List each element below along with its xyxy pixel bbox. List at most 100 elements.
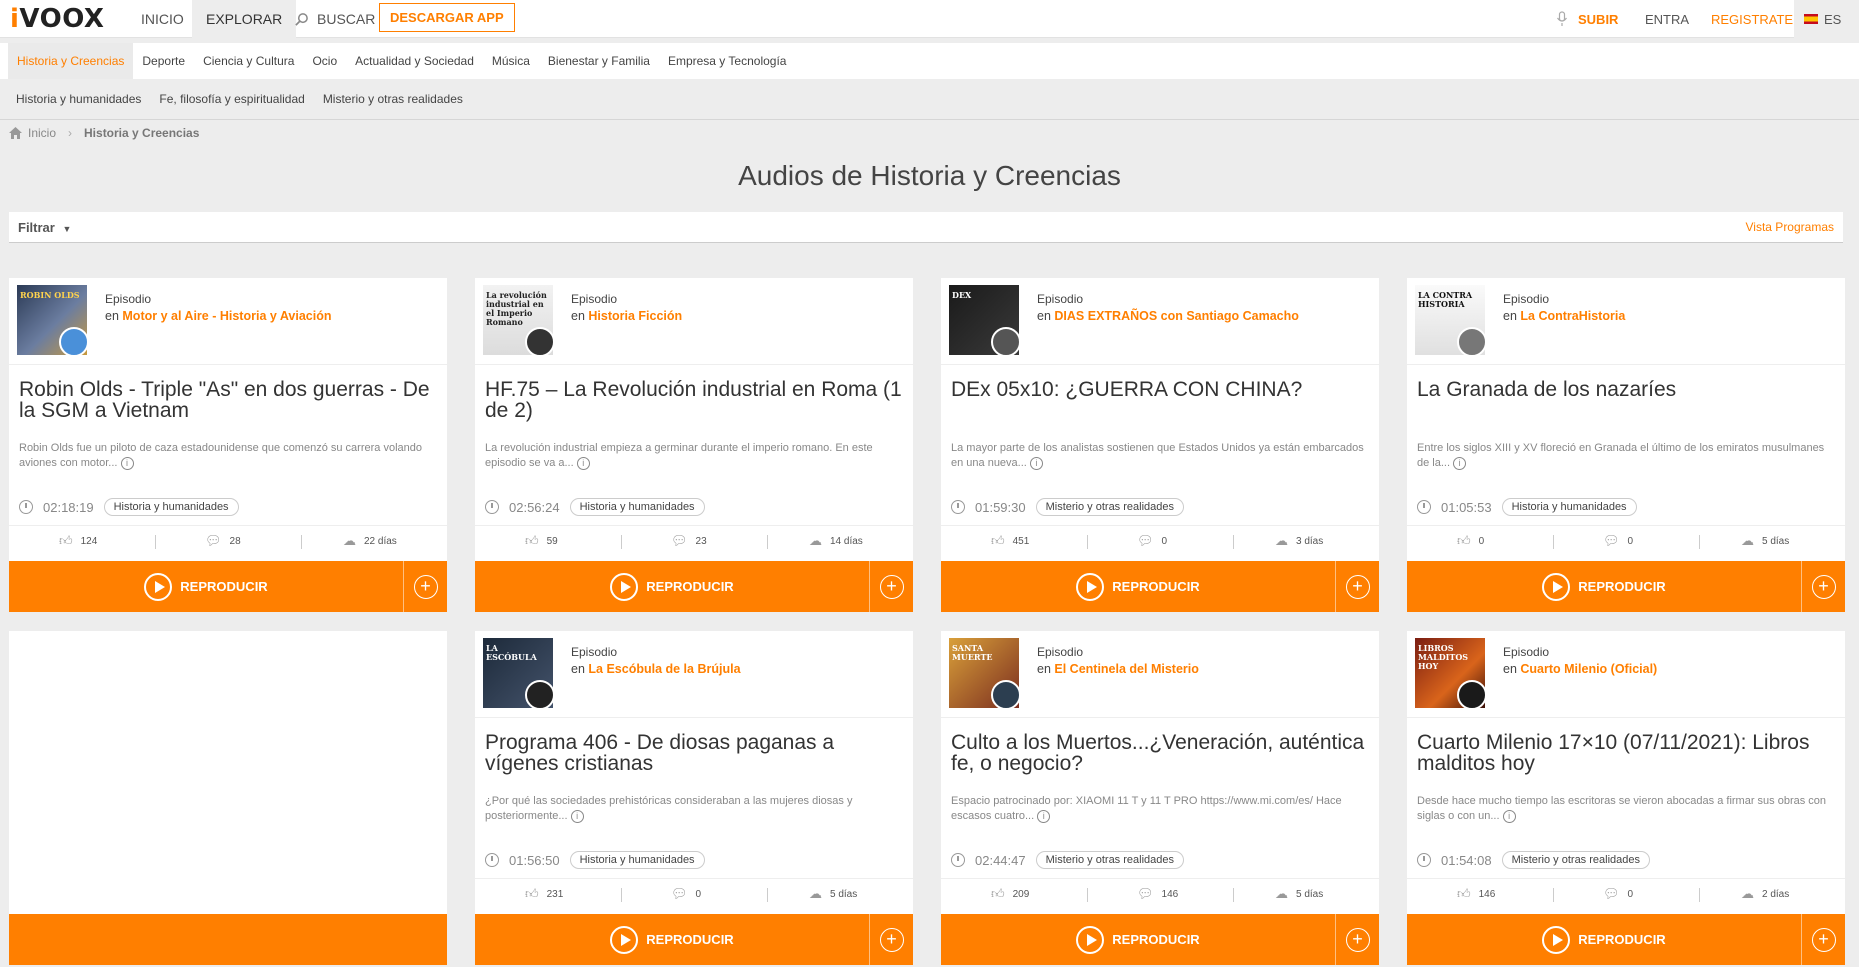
info-icon[interactable]: i (1453, 456, 1467, 470)
stats-divider (621, 535, 622, 549)
episode-tag[interactable]: Historia y humanidades (1501, 498, 1637, 516)
download-app-button[interactable]: DESCARGAR APP (379, 3, 515, 32)
episode-title[interactable]: HF.75 – La Revolución industrial en Roma… (485, 379, 905, 421)
category-ocio[interactable]: Ocio (303, 43, 346, 79)
subcategory-bar: Historia y humanidades Fe, filosofía y e… (0, 79, 1859, 120)
category-ciencia[interactable]: Ciencia y Cultura (194, 43, 303, 79)
category-musica[interactable]: Música (483, 43, 539, 79)
breadcrumb: Inicio › Historia y Creencias (9, 126, 199, 140)
episode-tag[interactable]: Misterio y otras realidades (1035, 851, 1184, 869)
like-button[interactable]: 👍︎ 59 (525, 526, 558, 556)
like-button[interactable]: 👍︎ 124 (59, 526, 97, 556)
subcategory-historia-humanidades[interactable]: Historia y humanidades (7, 92, 150, 106)
episode-thumbnail[interactable]: ROBIN OLDS (17, 285, 87, 355)
info-icon[interactable]: i (576, 456, 590, 470)
like-button[interactable]: 👍︎ 209 (991, 879, 1029, 909)
play-button[interactable]: REPRODUCIR (941, 914, 1335, 965)
category-historia[interactable]: Historia y Creencias (8, 43, 134, 79)
episode-duration: 02:18:19 (43, 499, 94, 515)
info-icon[interactable]: i (120, 456, 134, 470)
episode-title[interactable]: Robin Olds - Triple "As" en dos guerras … (19, 379, 439, 421)
episode-thumbnail[interactable]: SANTA MUERTE (949, 638, 1019, 708)
episode-title[interactable]: Programa 406 - De diosas paganas a vígen… (485, 732, 905, 774)
comments-button[interactable]: 💬︎ 0 (1137, 526, 1167, 556)
register-link[interactable]: REGISTRATE (1711, 0, 1793, 38)
add-to-list-button[interactable]: + (869, 561, 913, 612)
program-link[interactable]: La ContraHistoria (1520, 309, 1625, 323)
episode-tag[interactable]: Misterio y otras realidades (1035, 498, 1184, 516)
add-to-list-button[interactable]: + (1801, 561, 1845, 612)
upload-button[interactable]: SUBIR (1556, 0, 1618, 38)
play-icon (1542, 925, 1571, 954)
upload-date: ☁ 2 días (1741, 886, 1790, 901)
episode-tag[interactable]: Historia y humanidades (569, 851, 705, 869)
add-to-list-button[interactable]: + (1335, 561, 1379, 612)
episode-meta: 01:05:53 Historia y humanidades (1417, 496, 1637, 518)
play-button[interactable]: REPRODUCIR (1407, 561, 1801, 612)
episode-title[interactable]: La Granada de los nazaríes (1417, 379, 1837, 400)
category-empresa[interactable]: Empresa y Tecnología (659, 43, 796, 79)
like-button[interactable]: 👍︎ 146 (1457, 879, 1495, 909)
episode-tag[interactable]: Historia y humanidades (569, 498, 705, 516)
play-button[interactable]: REPRODUCIR (1407, 914, 1801, 965)
play-button[interactable]: REPRODUCIR (475, 561, 869, 612)
info-icon[interactable]: i (1037, 809, 1051, 823)
play-button[interactable]: REPRODUCIR (941, 561, 1335, 612)
language-selector[interactable]: ES (1794, 0, 1859, 38)
cloud-upload-icon: ☁ (1741, 886, 1754, 901)
episode-title[interactable]: Culto a los Muertos...¿Veneración, autén… (951, 732, 1371, 774)
comments-button[interactable]: 💬︎ 28 (205, 526, 241, 556)
episode-title[interactable]: Cuarto Milenio 17×10 (07/11/2021): Libro… (1417, 732, 1837, 774)
filter-dropdown[interactable]: Filtrar ▼ (18, 220, 71, 235)
login-link[interactable]: ENTRA (1645, 0, 1689, 38)
program-link[interactable]: El Centinela del Misterio (1054, 662, 1198, 676)
episode-type-label: Episodio (571, 645, 618, 659)
episode-header: La revolución industrial en el Imperio R… (483, 285, 903, 357)
episode-thumbnail[interactable]: DEX (949, 285, 1019, 355)
add-to-list-button[interactable]: + (1801, 914, 1845, 965)
program-link[interactable]: La Escóbula de la Brújula (588, 662, 740, 676)
comments-button[interactable]: 💬︎ 0 (1603, 526, 1633, 556)
episode-tag[interactable]: Historia y humanidades (103, 498, 239, 516)
episode-card: La revolución industrial en el Imperio R… (475, 278, 913, 612)
episode-type-label: Episodio (105, 292, 152, 306)
episode-thumbnail[interactable]: LA CONTRA HISTORIA (1415, 285, 1485, 355)
comments-button[interactable]: 💬︎ 146 (1137, 879, 1178, 909)
info-icon[interactable]: i (570, 809, 584, 823)
add-to-list-button[interactable]: + (869, 914, 913, 965)
like-button[interactable]: 👍︎ 0 (1457, 526, 1484, 556)
comments-button[interactable]: 💬︎ 23 (671, 526, 707, 556)
like-button[interactable]: 👍︎ 231 (525, 879, 563, 909)
nav-inicio[interactable]: INICIO (127, 0, 198, 38)
program-link[interactable]: Historia Ficción (588, 309, 682, 323)
episode-tag[interactable]: Misterio y otras realidades (1501, 851, 1650, 869)
subcategory-fe-filosofia[interactable]: Fe, filosofía y espiritualidad (150, 92, 313, 106)
breadcrumb-home[interactable]: Inicio (28, 126, 56, 140)
episode-title[interactable]: DEx 05x10: ¿GUERRA CON CHINA? (951, 379, 1371, 400)
vista-programas-link[interactable]: Vista Programas (1746, 220, 1834, 234)
add-to-list-button[interactable]: + (1335, 914, 1379, 965)
info-icon[interactable]: i (1502, 809, 1516, 823)
comments-button[interactable]: 💬︎ 0 (671, 879, 701, 909)
program-link[interactable]: DIAS EXTRAÑOS con Santiago Camacho (1054, 309, 1298, 323)
episode-thumbnail[interactable]: LA ESCÓBULA (483, 638, 553, 708)
like-button[interactable]: 👍︎ 451 (991, 526, 1029, 556)
thumbnail-caption: DEX (952, 290, 972, 300)
episode-type-label: Episodio (1503, 645, 1550, 659)
play-button[interactable]: REPRODUCIR (475, 914, 869, 965)
add-to-list-button[interactable]: + (403, 561, 447, 612)
play-button[interactable]: REPRODUCIR (9, 561, 403, 612)
category-deporte[interactable]: Deporte (133, 43, 194, 79)
category-actualidad[interactable]: Actualidad y Sociedad (346, 43, 483, 79)
episode-thumbnail[interactable]: La revolución industrial en el Imperio R… (483, 285, 553, 355)
program-link[interactable]: Cuarto Milenio (Oficial) (1520, 662, 1657, 676)
ivoox-logo[interactable]: iVOOX (10, 6, 104, 32)
episode-description: Espacio patrocinado por: XIAOMI 11 T y 1… (951, 795, 1342, 823)
category-bienestar[interactable]: Bienestar y Familia (539, 43, 659, 79)
episode-thumbnail[interactable]: LIBROS MALDITOS HOY (1415, 638, 1485, 708)
info-icon[interactable]: i (1029, 456, 1043, 470)
program-link[interactable]: Motor y al Aire - Historia y Aviación (122, 309, 331, 323)
nav-buscar[interactable]: BUSCAR (280, 0, 389, 38)
comments-button[interactable]: 💬︎ 0 (1603, 879, 1633, 909)
subcategory-misterio[interactable]: Misterio y otras realidades (314, 92, 472, 106)
